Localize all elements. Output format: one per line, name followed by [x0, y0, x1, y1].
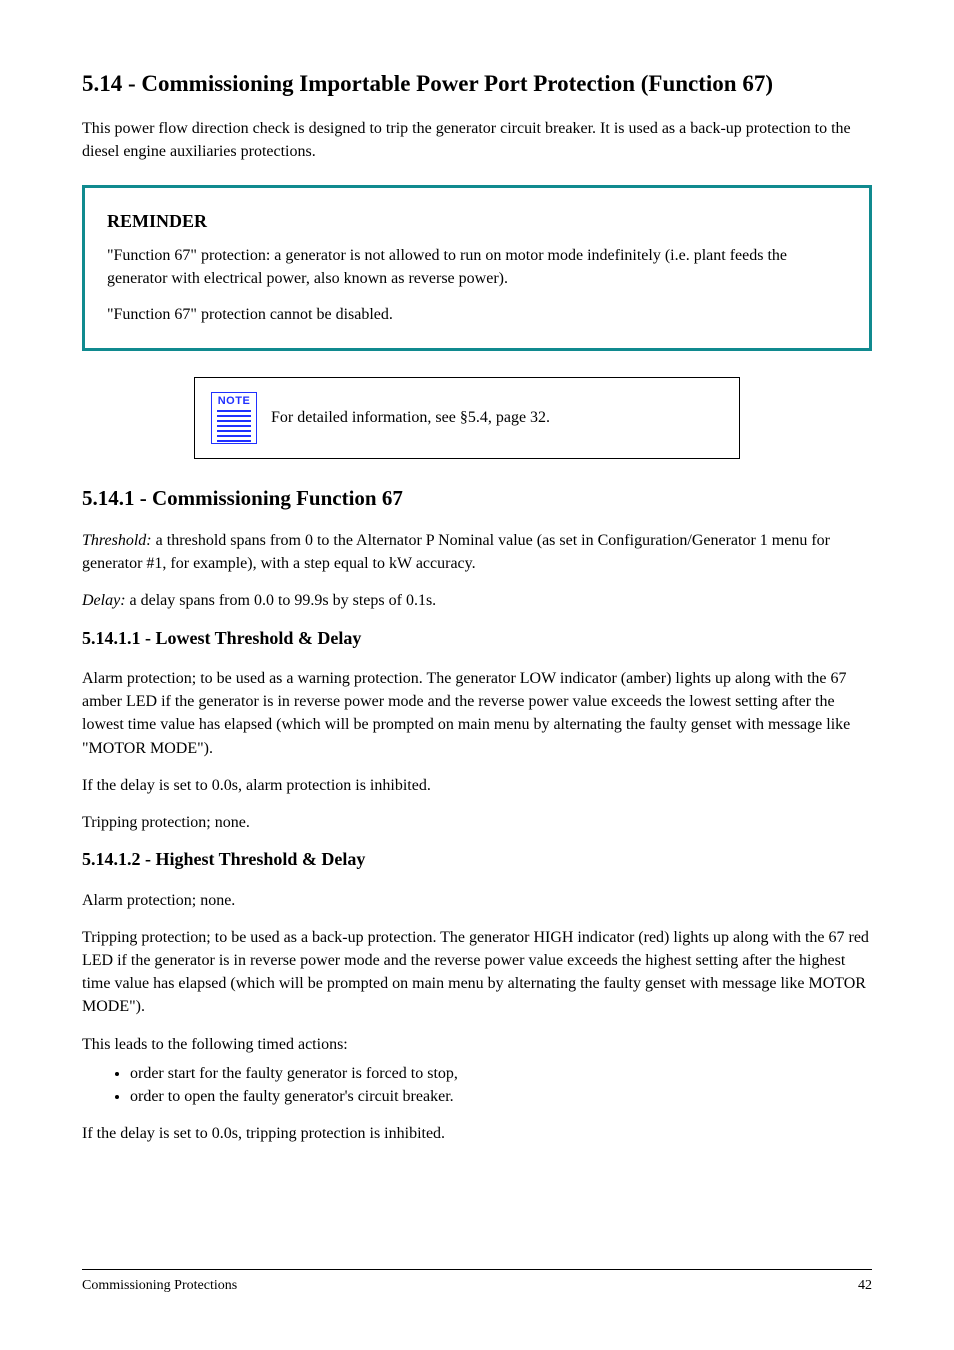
- highest-trip-note: If the delay is set to 0.0s, tripping pr…: [82, 1122, 872, 1145]
- note-box: NOTE For detailed information, see §5.4,…: [194, 377, 740, 459]
- delay-text: a delay spans from 0.0 to 99.9s by steps…: [130, 592, 437, 609]
- footer-left: Commissioning Protections: [82, 1276, 237, 1296]
- note-icon: NOTE: [211, 392, 257, 444]
- footer-page-number: 42: [858, 1276, 872, 1296]
- reminder-para-2: "Function 67" protection cannot be disab…: [107, 303, 847, 326]
- section-title-5-14-1-1: 5.14.1.1 - Lowest Threshold & Delay: [82, 627, 872, 650]
- highest-trip-para: Tripping protection; to be used as a bac…: [82, 926, 872, 1019]
- intro-paragraph: This power flow direction check is desig…: [82, 117, 872, 163]
- threshold-para: Threshold: a threshold spans from 0 to t…: [82, 529, 872, 575]
- list-item: order start for the faulty generator is …: [130, 1062, 872, 1085]
- delay-para: Delay: a delay spans from 0.0 to 99.9s b…: [82, 589, 872, 612]
- note-icon-lines: [216, 410, 252, 442]
- note-icon-label: NOTE: [216, 395, 252, 407]
- section-title-5-14-1-2: 5.14.1.2 - Highest Threshold & Delay: [82, 848, 872, 871]
- section-title-5-14: 5.14 - Commissioning Importable Power Po…: [82, 70, 872, 99]
- threshold-text: a threshold spans from 0 to the Alternat…: [82, 532, 830, 572]
- highest-trip-actions-lead: This leads to the following timed action…: [82, 1033, 872, 1056]
- threshold-label: Threshold:: [82, 532, 152, 549]
- reminder-title: REMINDER: [107, 208, 847, 234]
- list-item: order to open the faulty generator's cir…: [130, 1085, 872, 1108]
- delay-label: Delay:: [82, 592, 126, 609]
- section-title-5-14-1: 5.14.1 - Commissioning Function 67: [82, 485, 872, 511]
- lowest-alarm-para: Alarm protection; to be used as a warnin…: [82, 667, 872, 760]
- reminder-callout: REMINDER "Function 67" protection: a gen…: [82, 185, 872, 351]
- page-footer: Commissioning Protections 42: [82, 1269, 872, 1296]
- reminder-para-1: "Function 67" protection: a generator is…: [107, 244, 847, 290]
- highest-trip-actions-list: order start for the faulty generator is …: [82, 1062, 872, 1108]
- page: 5.14 - Commissioning Importable Power Po…: [0, 0, 954, 1350]
- highest-alarm-para: Alarm protection; none.: [82, 889, 872, 912]
- note-text: For detailed information, see §5.4, page…: [271, 407, 550, 429]
- lowest-trip-para: Tripping protection; none.: [82, 811, 872, 834]
- lowest-alarm-note: If the delay is set to 0.0s, alarm prote…: [82, 774, 872, 797]
